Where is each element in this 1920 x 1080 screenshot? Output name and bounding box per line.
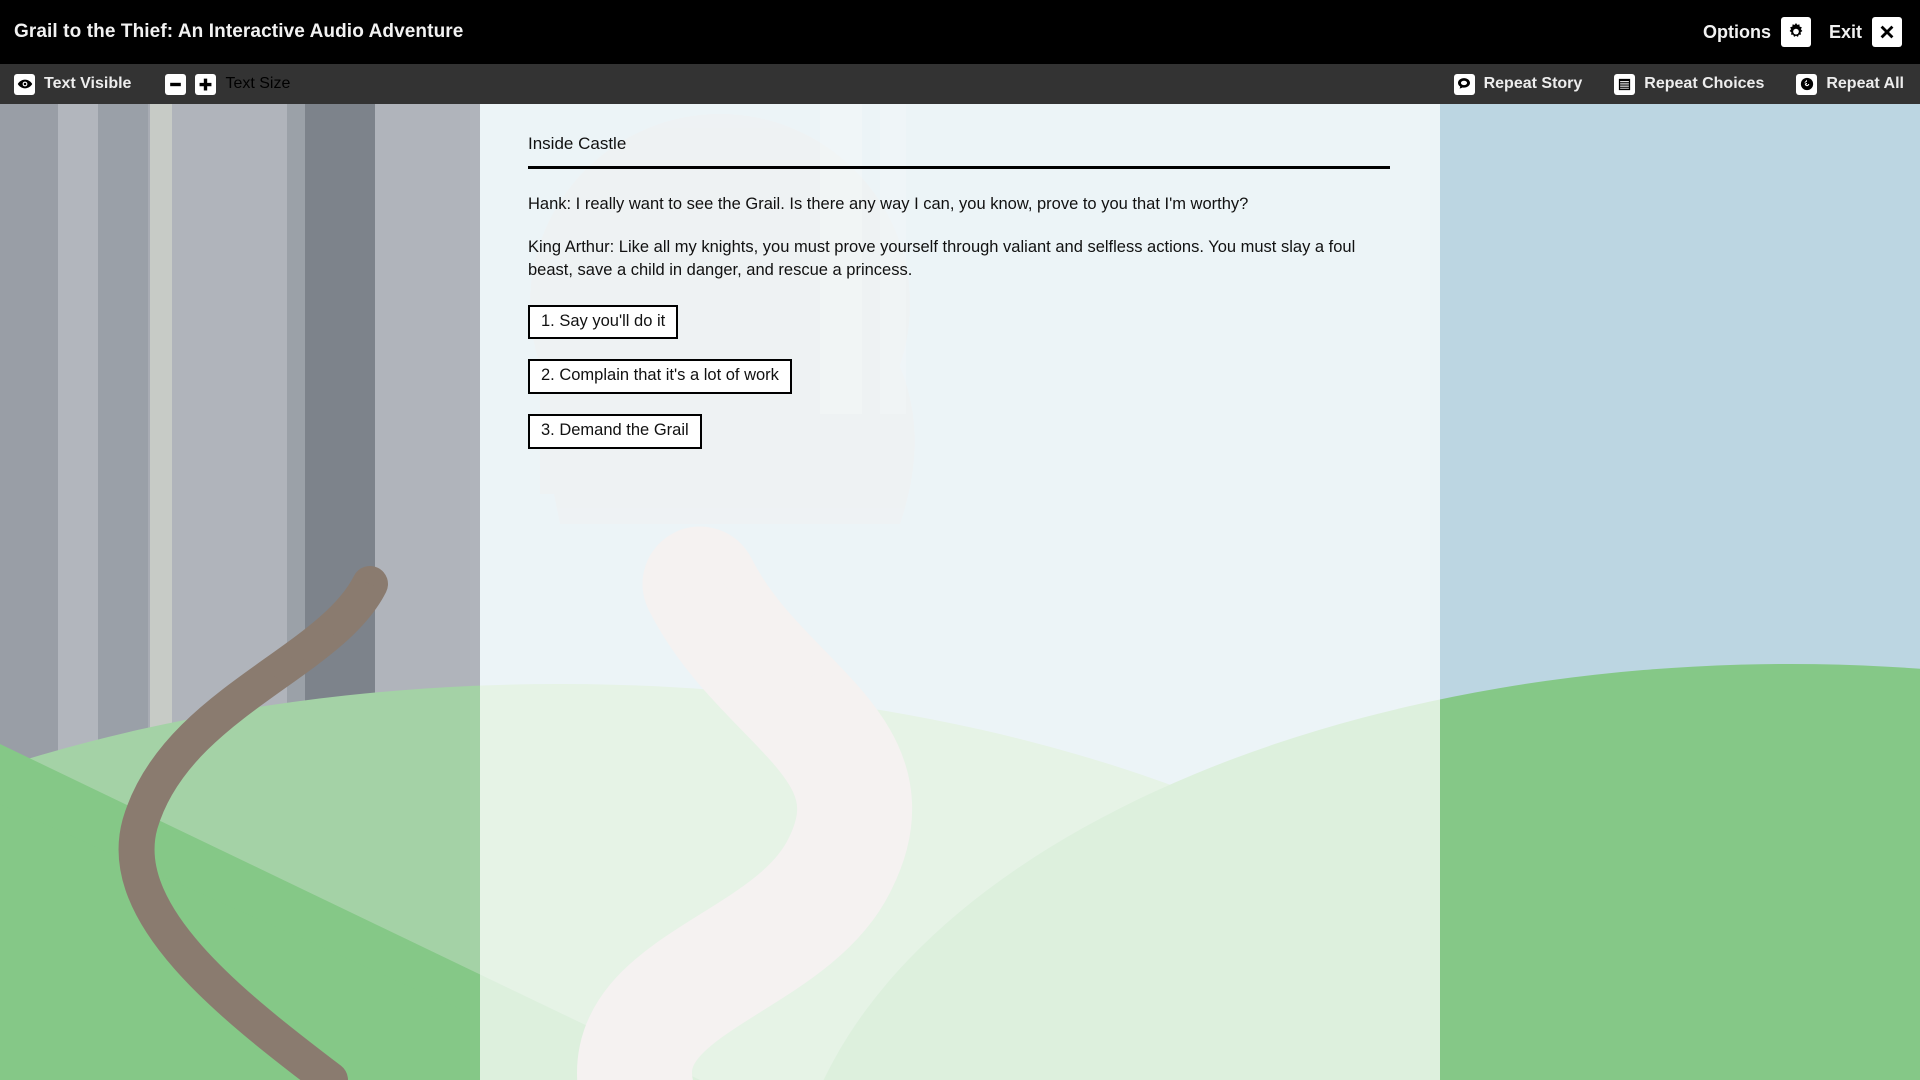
story-panel-inner: Inside Castle Hank: I really want to see…	[480, 104, 1440, 469]
toolbar-left-group: Text Visible Text Size	[14, 74, 290, 95]
text-visible-label: Text Visible	[44, 75, 131, 93]
repeat-story-button[interactable]: Repeat Story	[1454, 74, 1583, 95]
text-size-group: Text Size	[165, 74, 290, 95]
repeat-choices-label: Repeat Choices	[1644, 75, 1764, 93]
exit-button[interactable]: Exit	[1829, 17, 1902, 47]
title-bar: Grail to the Thief: An Interactive Audio…	[0, 0, 1920, 64]
repeat-story-label: Repeat Story	[1484, 75, 1583, 93]
options-button-label: Options	[1703, 22, 1771, 43]
choice-button-1[interactable]: 1. Say you'll do it	[528, 305, 678, 340]
refresh-circle-icon	[1796, 74, 1817, 95]
repeat-all-button[interactable]: Repeat All	[1796, 74, 1904, 95]
story-paragraph-1: Hank: I really want to see the Grail. Is…	[528, 193, 1390, 216]
plus-icon[interactable]	[195, 74, 216, 95]
options-button[interactable]: Options	[1703, 17, 1811, 47]
speech-bubble-icon	[1454, 74, 1475, 95]
choice-button-3[interactable]: 3. Demand the Grail	[528, 414, 702, 449]
story-paragraph-2: King Arthur: Like all my knights, you mu…	[528, 236, 1390, 283]
text-size-label: Text Size	[225, 75, 290, 93]
accessibility-toolbar: Text Visible Text Size	[0, 64, 1920, 104]
title-divider	[528, 166, 1390, 169]
text-visible-toggle[interactable]: Text Visible	[14, 74, 131, 95]
app-title: Grail to the Thief: An Interactive Audio…	[14, 21, 463, 43]
choice-list: 1. Say you'll do it 2. Complain that it'…	[528, 305, 1392, 469]
choice-row: 1. Say you'll do it	[528, 305, 1392, 360]
scene-title: Inside Castle	[528, 134, 1392, 154]
choice-button-2[interactable]: 2. Complain that it's a lot of work	[528, 359, 792, 394]
game-window: Grail to the Thief: An Interactive Audio…	[0, 0, 1920, 1080]
toolbar-right-group: Repeat Story Repeat Choices	[1454, 74, 1904, 95]
story-panel: Inside Castle Hank: I really want to see…	[480, 104, 1440, 1080]
minus-icon[interactable]	[165, 74, 186, 95]
list-lines-icon	[1614, 74, 1635, 95]
choice-row: 3. Demand the Grail	[528, 414, 1392, 469]
close-x-icon	[1872, 17, 1902, 47]
choice-row: 2. Complain that it's a lot of work	[528, 359, 1392, 414]
gear-icon	[1781, 17, 1811, 47]
exit-button-label: Exit	[1829, 22, 1862, 43]
eye-icon	[14, 74, 35, 95]
repeat-all-label: Repeat All	[1826, 75, 1904, 93]
repeat-choices-button[interactable]: Repeat Choices	[1614, 74, 1764, 95]
